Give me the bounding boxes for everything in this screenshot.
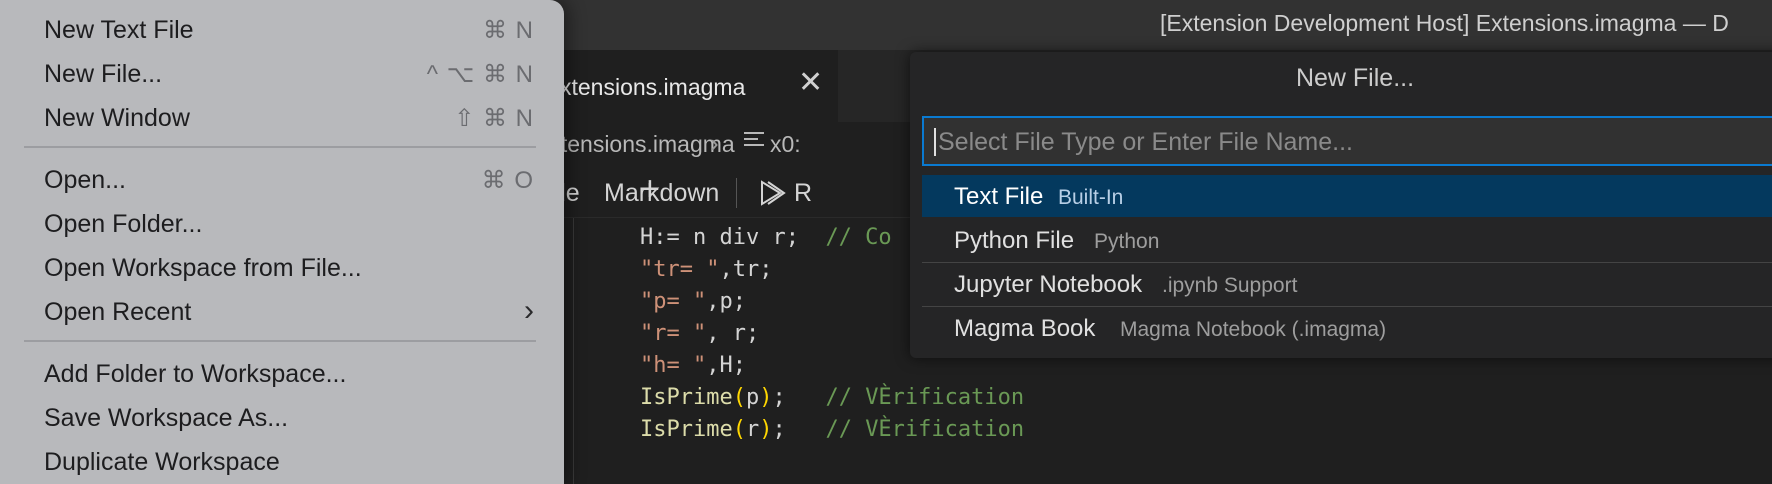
menu-item-label: Save Workspace As... bbox=[44, 404, 289, 432]
menu-item[interactable]: New File... ^ ⌥ ⌘ N bbox=[0, 52, 564, 94]
menu-item[interactable]: New Text File ⌘ N bbox=[0, 8, 564, 50]
quick-pick-item-description: Magma Notebook (.imagma) bbox=[1120, 318, 1387, 341]
code-line: "h= ",H; bbox=[640, 353, 746, 378]
menu-item[interactable]: Save Workspace As... bbox=[0, 396, 564, 438]
input-placeholder: Select File Type or Enter File Name... bbox=[938, 128, 1353, 156]
file-type-input[interactable]: Select File Type or Enter File Name... bbox=[922, 116, 1772, 166]
code-token: // Co bbox=[825, 225, 892, 250]
menu-item-shortcut: ^ ⌥ ⌘ N bbox=[426, 61, 534, 88]
code-line: IsPrime(p); // VÈrification bbox=[640, 385, 1024, 410]
quick-pick-item-label: Jupyter Notebook bbox=[954, 271, 1143, 298]
code-line: "tr= ",tr; bbox=[640, 257, 772, 282]
chevron-right-icon: › bbox=[524, 294, 534, 327]
quick-pick-item[interactable]: Python File Python bbox=[922, 219, 1772, 261]
menu-item[interactable]: Open Folder... bbox=[0, 202, 564, 244]
menu-item[interactable]: Duplicate Workspace bbox=[0, 440, 564, 482]
run-all-icon[interactable] bbox=[758, 179, 786, 207]
menu-item-label: Duplicate Workspace bbox=[44, 448, 280, 476]
run-all-label[interactable]: R bbox=[794, 179, 812, 208]
file-menu: New Text File ⌘ N New File... ^ ⌥ ⌘ N New Wi… bbox=[0, 0, 564, 484]
tab-label: xtensions.imagma bbox=[560, 74, 746, 100]
quick-pick-item-label: Python File bbox=[954, 227, 1075, 254]
quick-pick-item-label: Magma Book bbox=[954, 315, 1096, 342]
toolbar-divider bbox=[736, 178, 737, 208]
menu-item-label: Open... bbox=[44, 166, 126, 194]
menu-item-label: New Text File bbox=[44, 16, 194, 44]
menu-item-label: New File... bbox=[44, 60, 163, 88]
code-token: ( bbox=[732, 385, 746, 410]
menu-item[interactable]: Open... ⌘ O bbox=[0, 158, 564, 200]
code-token: "r= " bbox=[640, 321, 707, 346]
menu-item[interactable]: Open Workspace from File... bbox=[0, 246, 564, 288]
quick-pick-item-description: Python bbox=[1094, 230, 1160, 253]
code-line: "r= ", r; bbox=[640, 321, 759, 346]
text-caret bbox=[934, 128, 936, 156]
window-title: [Extension Development Host] Extensions.… bbox=[1160, 10, 1729, 36]
quick-pick-item[interactable]: Jupyter Notebook .ipynb Support bbox=[922, 263, 1772, 305]
cell-border bbox=[573, 218, 574, 484]
code-token: p bbox=[745, 385, 760, 410]
quick-pick-item-description: Built-In bbox=[1058, 186, 1124, 209]
chevron-right-icon: › bbox=[710, 128, 719, 158]
menu-item-shortcut: ⌘ O bbox=[481, 167, 534, 194]
menu-item-label: Add Folder to Workspace... bbox=[44, 360, 347, 388]
code-token: ,p; bbox=[706, 289, 746, 314]
menu-item[interactable]: Add Folder to Workspace... bbox=[0, 352, 564, 394]
code-line: "p= ",p; bbox=[640, 289, 746, 314]
code-token: "p= " bbox=[640, 289, 707, 314]
breadcrumb-symbol[interactable]: x0: bbox=[770, 131, 801, 158]
code-token: ) bbox=[759, 417, 773, 442]
tab-extensions-imagma[interactable]: xtensions.imagma ✕ bbox=[540, 50, 838, 122]
code-token: ; bbox=[772, 385, 826, 410]
new-file-quick-pick: New File... Select File Type or Enter Fi… bbox=[910, 52, 1772, 358]
code-token: ,H; bbox=[706, 353, 746, 378]
quick-pick-item[interactable]: Text File Built-In bbox=[922, 175, 1772, 217]
code-token: ,tr; bbox=[719, 257, 773, 282]
quick-pick-item-description: .ipynb Support bbox=[1162, 274, 1298, 297]
menu-item-shortcut: ⌘ N bbox=[483, 17, 534, 44]
add-markdown-cell-button[interactable]: Markdown bbox=[604, 179, 719, 208]
close-icon[interactable]: ✕ bbox=[798, 68, 823, 98]
code-token: ) bbox=[759, 385, 773, 410]
code-token: IsPrime bbox=[640, 417, 733, 442]
code-token: // VÈrification bbox=[825, 417, 1025, 442]
menu-separator bbox=[24, 146, 536, 148]
menu-item-shortcut: ⇧ ⌘ N bbox=[454, 105, 534, 132]
code-line: IsPrime(r); // VÈrification bbox=[640, 417, 1024, 442]
code-token: r bbox=[745, 417, 760, 442]
code-token: "h= " bbox=[640, 353, 707, 378]
code-token: , r; bbox=[706, 321, 760, 346]
code-token: H:= n div r; bbox=[640, 225, 826, 250]
menu-item-label: Open Folder... bbox=[44, 210, 203, 238]
menu-item-label: Open Workspace from File... bbox=[44, 254, 362, 282]
quick-pick-item-label: Text File bbox=[954, 183, 1044, 210]
symbol-text-icon bbox=[744, 132, 764, 152]
menu-separator bbox=[24, 340, 536, 342]
menu-item[interactable]: New Window ⇧ ⌘ N bbox=[0, 96, 564, 138]
menu-item-label: Open Recent bbox=[44, 298, 192, 326]
code-token: IsPrime bbox=[640, 385, 733, 410]
code-token: // VÈrification bbox=[825, 385, 1025, 410]
code-token: "tr= " bbox=[640, 257, 720, 282]
quick-pick-item[interactable]: Magma Book Magma Notebook (.imagma) bbox=[922, 307, 1772, 349]
menu-item[interactable]: Open Recent › bbox=[0, 290, 564, 332]
markdown-label: Markdown bbox=[604, 179, 720, 207]
menu-item-label: New Window bbox=[44, 104, 190, 132]
code-token: ( bbox=[732, 417, 746, 442]
quick-pick-title: New File... bbox=[1295, 64, 1415, 92]
breadcrumb-file[interactable]: Extensions.imagma bbox=[534, 131, 735, 158]
code-token: ; bbox=[772, 417, 826, 442]
code-line: H:= n div r; // Co bbox=[640, 225, 892, 250]
